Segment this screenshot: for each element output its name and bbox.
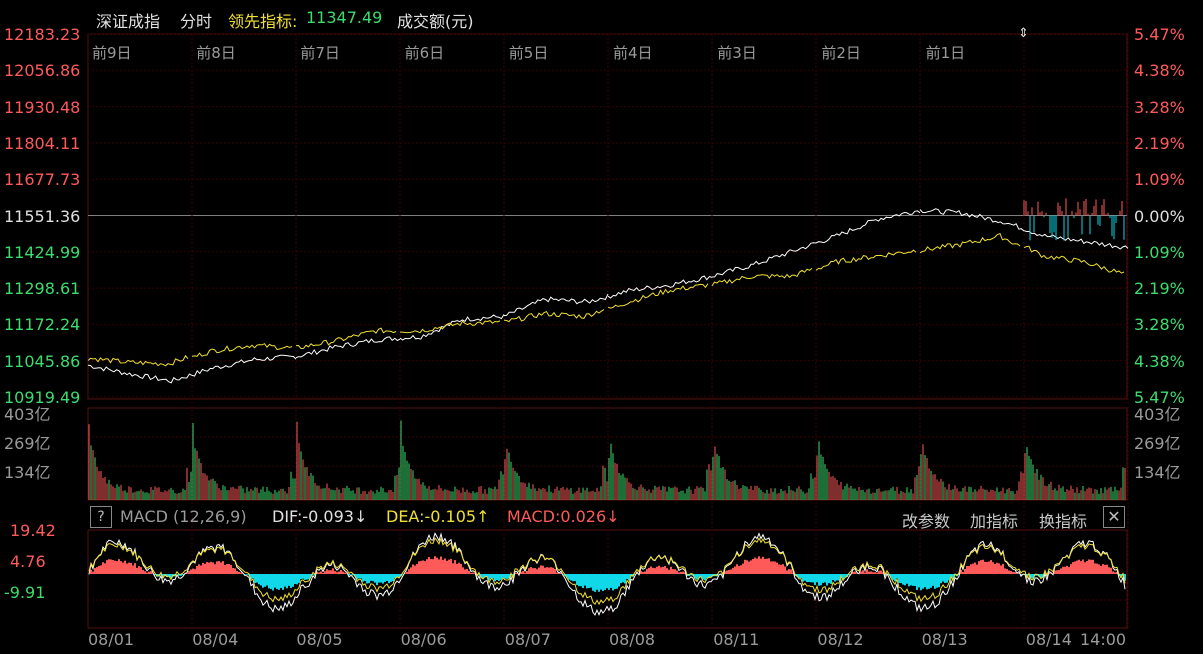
date-label: 08/08: [609, 630, 656, 649]
price-tick: 11551.36: [4, 206, 81, 226]
percent-tick: 2.19%: [1134, 133, 1185, 153]
leading-line: [711, 268, 813, 287]
percent-tick: 3.28%: [1134, 315, 1185, 335]
index-line: [607, 275, 713, 299]
date-label: 08/06: [400, 630, 447, 649]
change-params-button[interactable]: 改参数: [902, 508, 950, 532]
volume-tick-left: 403亿: [4, 405, 51, 424]
leading-line: [815, 249, 917, 271]
percent-tick: 1.09%: [1134, 242, 1185, 262]
close-icon[interactable]: ✕: [1103, 506, 1125, 528]
price-tick: 11298.61: [4, 279, 81, 299]
leading-line: [191, 343, 293, 357]
day-label: 前1日: [925, 44, 966, 62]
price-tick: 11804.11: [4, 133, 81, 153]
day-label: 前6日: [404, 44, 445, 62]
date-label: 08/13: [921, 630, 968, 649]
leading-indicator-label: 领先指标:: [228, 12, 298, 31]
index-line: [87, 364, 193, 384]
volume-tick-left: 134亿: [4, 463, 51, 482]
price-tick: 11172.24: [4, 315, 81, 335]
percent-tick: 2.19%: [1134, 279, 1185, 299]
volume-tick-right: 403亿: [1134, 405, 1181, 424]
leading-line: [503, 309, 605, 323]
date-label: 08/01: [88, 630, 135, 649]
price-tick: 11677.73: [4, 170, 81, 190]
index-line: [295, 336, 401, 359]
macd-name[interactable]: MACD (12,26,9): [120, 508, 247, 526]
price-tick: 11930.48: [4, 97, 81, 117]
date-label: 08/05: [296, 630, 343, 649]
date-label: 14:00: [1080, 630, 1127, 649]
add-indicator-button[interactable]: 加指标: [970, 508, 1018, 532]
price-panel: [87, 33, 1128, 400]
mode-label[interactable]: 分时: [180, 8, 212, 32]
day-label: 前3日: [717, 44, 757, 62]
macd-tick: 4.76: [10, 552, 46, 571]
leading-line: [919, 232, 1021, 254]
day-label: 前7日: [300, 44, 340, 62]
index-line: [191, 354, 297, 377]
percent-tick: 3.28%: [1134, 97, 1185, 117]
day-label: 前5日: [508, 44, 549, 62]
chart-canvas: [87, 33, 1129, 629]
index-line: [503, 293, 609, 317]
price-tick: 12183.23: [4, 25, 81, 44]
day-label: 前4日: [613, 44, 653, 62]
percent-tick: 4.38%: [1134, 61, 1185, 81]
macd-dif: DIF:-0.093↓: [272, 507, 368, 526]
leading-line: [400, 320, 501, 334]
volume-unit-label: 成交额(元): [397, 12, 474, 31]
date-label: 08/11: [713, 630, 760, 649]
macd-tick: -9.91: [4, 583, 46, 602]
percent-tick: 0.00%: [1134, 206, 1185, 226]
price-tick: 11424.99: [4, 242, 81, 262]
date-label: 08/14: [1025, 630, 1072, 649]
date-label: 08/12: [817, 630, 864, 649]
percent-tick: 4.38%: [1134, 351, 1185, 371]
volume-tick-right: 269亿: [1134, 434, 1181, 453]
date-label: 08/04: [192, 630, 239, 649]
help-icon[interactable]: ?: [90, 506, 112, 528]
index-title: 深证成指: [96, 12, 161, 31]
index-line: [399, 314, 505, 341]
percent-tick: 1.09%: [1134, 170, 1185, 190]
volume-tick-left: 269亿: [4, 434, 51, 453]
macd-tick: 19.42: [10, 521, 56, 540]
day-label: 前2日: [821, 44, 861, 62]
leading-line: [295, 327, 397, 350]
day-label: 前9日: [92, 44, 132, 62]
date-label: 08/07: [504, 630, 551, 649]
switch-indicator-button[interactable]: 换指标: [1039, 508, 1087, 532]
percent-tick: 5.47%: [1134, 25, 1185, 44]
drag-handle-icon[interactable]: ⇕: [1018, 26, 1029, 41]
leading-indicator-value: 11347.49: [306, 8, 383, 27]
macd-value: MACD:0.026↓: [507, 507, 620, 526]
index-line: [919, 208, 1025, 232]
price-tick: 11045.86: [4, 351, 81, 371]
volume-tick-right: 134亿: [1134, 463, 1181, 482]
price-tick: 12056.86: [4, 61, 81, 81]
macd-dea: DEA:-0.105↑: [386, 507, 490, 526]
day-label: 前8日: [196, 44, 236, 62]
leading-line: [1023, 245, 1125, 274]
